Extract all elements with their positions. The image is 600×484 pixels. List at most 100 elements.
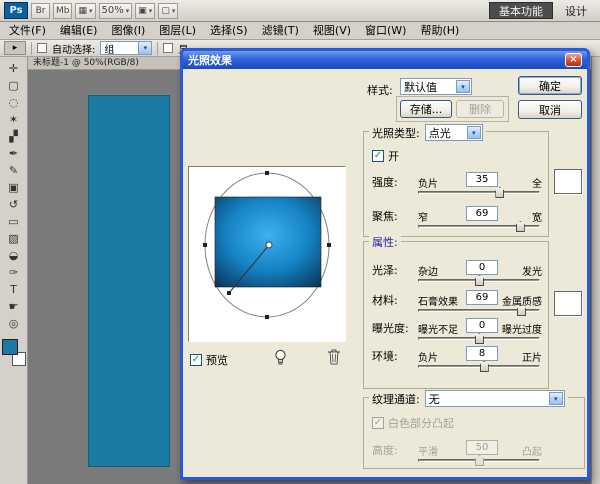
- save-button[interactable]: 存储...: [400, 100, 452, 118]
- blur-tool[interactable]: ◒: [3, 247, 25, 264]
- handle-right[interactable]: [327, 243, 331, 247]
- app-bar: Ps Br Mb ▦ 50% ▣ ▢ 基本功能 设计: [0, 0, 600, 22]
- gloss-slider-thumb[interactable]: [475, 275, 484, 286]
- material-value-input[interactable]: 69: [466, 290, 498, 305]
- gradient-tool[interactable]: ▨: [3, 230, 25, 247]
- menu-view[interactable]: 视图(V): [306, 22, 358, 39]
- material-slider-track[interactable]: [418, 309, 540, 312]
- dropdown-arrow-icon: [138, 42, 151, 54]
- preview-checkbox[interactable]: ✓: [190, 354, 202, 366]
- menu-file[interactable]: 文件(F): [2, 22, 53, 39]
- material-min-label: 石膏效果: [418, 293, 458, 308]
- focus-max-label: 宽: [532, 209, 542, 224]
- lasso-tool[interactable]: ◌: [3, 94, 25, 111]
- light-center-knob[interactable]: [266, 242, 272, 248]
- ok-button[interactable]: 确定: [518, 76, 582, 95]
- magic-wand-tool[interactable]: ✶: [3, 111, 25, 128]
- eraser-tool[interactable]: ▭: [3, 213, 25, 230]
- zoom-level-dropdown[interactable]: 50%: [99, 3, 133, 19]
- exposure-slider-row: 曝光度: 曝光不足 0 曝光过度: [372, 318, 542, 344]
- intensity-slider-track[interactable]: [418, 191, 540, 194]
- menu-bar: 文件(F) 编辑(E) 图像(I) 图层(L) 选择(S) 滤镜(T) 视图(V…: [0, 22, 600, 40]
- light-on-checkbox[interactable]: ✓: [372, 150, 384, 162]
- light-type-label: 光照类型:: [372, 125, 420, 141]
- hand-tool[interactable]: ☛: [3, 298, 25, 315]
- menu-image[interactable]: 图像(I): [104, 22, 152, 39]
- texture-channel-select[interactable]: 无: [425, 390, 565, 407]
- marquee-tool[interactable]: ▢: [3, 77, 25, 94]
- screen-mode-icon[interactable]: ▢: [158, 3, 178, 19]
- lighting-preview[interactable]: [188, 166, 346, 342]
- gloss-label: 光泽:: [372, 262, 398, 278]
- crop-tool[interactable]: ▞: [3, 128, 25, 145]
- menu-window[interactable]: 窗口(W): [358, 22, 413, 39]
- style-select[interactable]: 默认值: [400, 78, 472, 95]
- menu-help[interactable]: 帮助(H): [413, 22, 466, 39]
- history-brush-tool[interactable]: ↺: [3, 196, 25, 213]
- handle-left[interactable]: [203, 243, 207, 247]
- ambience-slider-thumb[interactable]: [480, 361, 489, 372]
- gloss-max-label: 发光: [522, 263, 542, 278]
- pen-tool[interactable]: ✑: [3, 264, 25, 281]
- brush-tool[interactable]: ✎: [3, 162, 25, 179]
- light-type-select[interactable]: 点光: [425, 124, 483, 141]
- handle-anchor[interactable]: [227, 291, 231, 295]
- focus-slider-track[interactable]: [418, 225, 540, 228]
- delete-light-trash-icon[interactable]: [325, 348, 343, 366]
- type-tool[interactable]: T: [3, 281, 25, 298]
- close-icon[interactable]: ×: [565, 53, 582, 67]
- cancel-button[interactable]: 取消: [518, 100, 582, 119]
- options-separator: [31, 42, 32, 55]
- dialog-titlebar[interactable]: 光照效果 ×: [183, 51, 587, 69]
- handle-bottom[interactable]: [265, 315, 269, 319]
- eyedropper-tool[interactable]: ✒: [3, 145, 25, 162]
- handle-top[interactable]: [265, 171, 269, 175]
- move-tool[interactable]: ✛: [3, 60, 25, 77]
- arrange-documents-icon[interactable]: ▣: [135, 3, 155, 19]
- menu-select[interactable]: 选择(S): [203, 22, 255, 39]
- light-on-row: ✓ 开: [372, 148, 399, 164]
- mini-bridge-icon[interactable]: Mb: [53, 3, 72, 19]
- ambience-value-input[interactable]: 8: [466, 346, 498, 361]
- ambience-slider-track[interactable]: [418, 365, 540, 368]
- menu-edit[interactable]: 编辑(E): [53, 22, 105, 39]
- gloss-slider-track[interactable]: [418, 279, 540, 282]
- height-value-input: 50: [466, 440, 498, 455]
- show-transform-checkbox[interactable]: [163, 43, 173, 53]
- ambience-label: 环境:: [372, 348, 398, 364]
- height-slider-thumb: [475, 455, 484, 466]
- clone-stamp-tool[interactable]: ▣: [3, 179, 25, 196]
- light-color-swatch[interactable]: [554, 169, 582, 194]
- intensity-slider-thumb[interactable]: [495, 187, 504, 198]
- intensity-value-input[interactable]: 35: [466, 172, 498, 187]
- menu-layer[interactable]: 图层(L): [152, 22, 203, 39]
- auto-select-target-select[interactable]: 组: [100, 41, 152, 55]
- document-tab[interactable]: 未标题-1 @ 50%(RGB/8): [33, 58, 139, 68]
- exposure-slider-thumb[interactable]: [475, 333, 484, 344]
- focus-slider-thumb[interactable]: [516, 221, 525, 232]
- ambient-color-swatch[interactable]: [554, 291, 582, 316]
- foreground-color-swatch[interactable]: [2, 339, 18, 355]
- focus-min-label: 窄: [418, 209, 428, 224]
- zoom-tool[interactable]: ◎: [3, 315, 25, 332]
- exposure-value-input[interactable]: 0: [466, 318, 498, 333]
- auto-select-checkbox[interactable]: [37, 43, 47, 53]
- move-tool-preset-icon[interactable]: ▸: [4, 41, 26, 55]
- dialog-body: ✓ 预览 样式:: [183, 69, 587, 477]
- gloss-value-input[interactable]: 0: [466, 260, 498, 275]
- material-slider-row: 材料: 石膏效果 69 金属质感: [372, 290, 542, 316]
- menu-filter[interactable]: 滤镜(T): [255, 22, 306, 39]
- ambience-max-label: 正片: [522, 349, 542, 364]
- workspace-basic-button[interactable]: 基本功能: [489, 2, 553, 19]
- height-slider-track: [418, 459, 540, 462]
- workspace-design-button[interactable]: 设计: [556, 3, 596, 19]
- view-extras-icon[interactable]: ▦: [75, 3, 95, 19]
- launch-bridge-icon[interactable]: Br: [31, 3, 50, 19]
- add-light-bulb-icon[interactable]: [271, 348, 289, 366]
- options-separator-2: [157, 42, 158, 55]
- exposure-slider-track[interactable]: [418, 337, 540, 340]
- dialog-title: 光照效果: [188, 52, 232, 68]
- exposure-label: 曝光度:: [372, 320, 409, 336]
- photoshop-app: Ps Br Mb ▦ 50% ▣ ▢ 基本功能 设计 文件(F) 编辑(E) 图…: [0, 0, 600, 484]
- focus-value-input[interactable]: 69: [466, 206, 498, 221]
